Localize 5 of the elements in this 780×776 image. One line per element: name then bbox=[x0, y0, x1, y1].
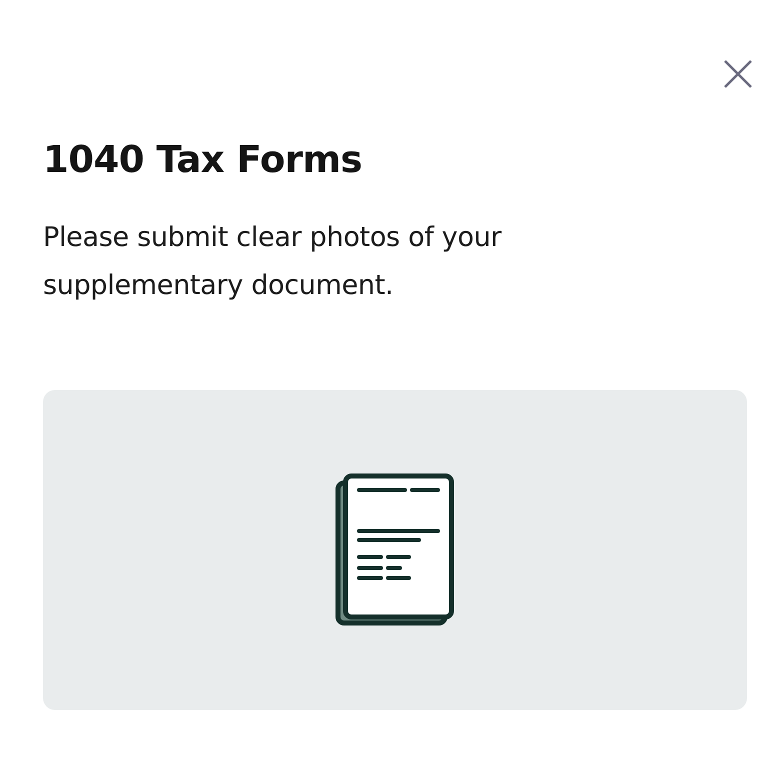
dialog-title: 1040 Tax Forms bbox=[43, 138, 364, 182]
upload-area[interactable] bbox=[43, 390, 747, 710]
close-icon bbox=[724, 60, 752, 88]
document-icon bbox=[335, 473, 455, 628]
description-text: Please submit clear photos of your supplementary document. bbox=[43, 221, 503, 304]
